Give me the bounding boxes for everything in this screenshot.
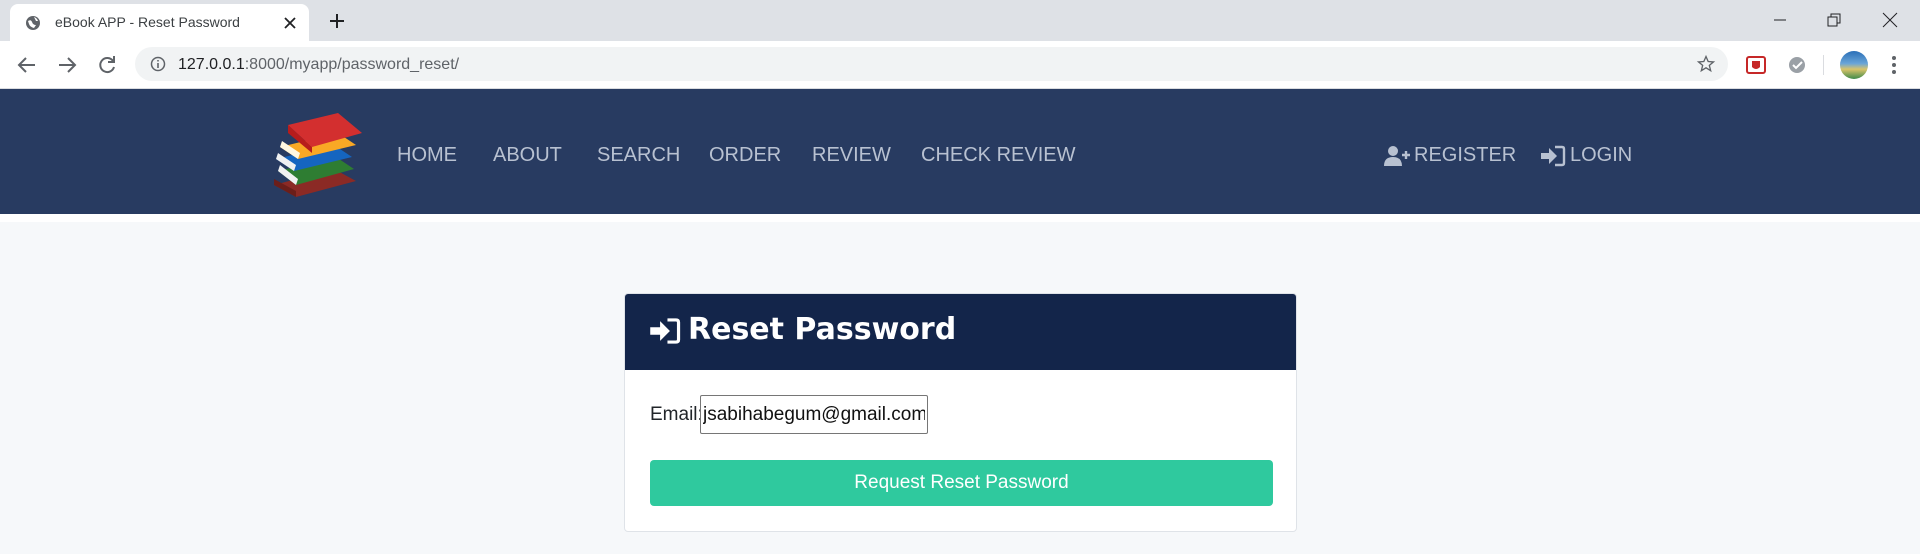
nav-order[interactable]: ORDER: [709, 144, 781, 167]
globe-icon: [26, 16, 40, 30]
nav-home[interactable]: HOME: [397, 144, 457, 167]
reload-icon[interactable]: [95, 53, 119, 77]
email-field[interactable]: [700, 395, 928, 434]
nav-search[interactable]: SEARCH: [597, 144, 680, 167]
star-icon[interactable]: [1696, 54, 1716, 74]
site-navbar: HOME ABOUT SEARCH ORDER REVIEW CHECK REV…: [0, 89, 1920, 222]
card-title: Reset Password: [688, 312, 957, 347]
close-window-button[interactable]: [1862, 0, 1918, 41]
nav-login[interactable]: LOGIN: [1540, 144, 1632, 167]
close-icon[interactable]: [282, 15, 298, 31]
nav-register[interactable]: REGISTER: [1384, 144, 1516, 167]
url-text: 127.0.0.1:8000/myapp/password_reset/: [178, 56, 459, 74]
info-icon[interactable]: [150, 56, 166, 72]
extension-shield-icon[interactable]: [1745, 54, 1767, 76]
kebab-menu-icon[interactable]: [1882, 53, 1906, 77]
back-icon[interactable]: [15, 53, 39, 77]
plus-icon[interactable]: [325, 9, 349, 33]
toolbar-separator: [1823, 55, 1824, 75]
sign-in-icon: [1541, 145, 1566, 166]
address-bar[interactable]: 127.0.0.1:8000/myapp/password_reset/: [135, 47, 1728, 81]
nav-about[interactable]: ABOUT: [493, 144, 562, 167]
url-path: :8000/myapp/password_reset/: [244, 56, 460, 73]
minimize-icon: [1774, 19, 1786, 21]
register-label: REGISTER: [1414, 144, 1517, 166]
nav-review[interactable]: REVIEW: [812, 144, 891, 167]
card-header: Reset Password: [625, 294, 1296, 370]
reset-password-card: Reset Password Email: Request Reset Pass…: [624, 293, 1297, 532]
nav-check-review[interactable]: CHECK REVIEW: [921, 144, 1075, 167]
forward-icon[interactable]: [55, 53, 79, 77]
sign-in-icon: [650, 318, 681, 344]
minimize-button[interactable]: [1752, 0, 1808, 41]
request-reset-button[interactable]: Request Reset Password: [650, 460, 1273, 506]
browser-tab-strip: eBook APP - Reset Password: [0, 0, 1920, 41]
email-label: Email:: [650, 404, 703, 425]
user-plus-icon: [1384, 145, 1410, 166]
close-window-icon: [1882, 12, 1898, 28]
extension-gear-icon[interactable]: [1786, 54, 1808, 76]
browser-tab[interactable]: eBook APP - Reset Password: [10, 4, 309, 41]
restore-button[interactable]: [1806, 0, 1862, 41]
login-label: LOGIN: [1570, 144, 1633, 166]
tab-title: eBook APP - Reset Password: [55, 14, 240, 30]
books-logo[interactable]: [268, 107, 364, 199]
restore-icon: [1827, 13, 1841, 27]
profile-avatar[interactable]: [1840, 51, 1868, 79]
browser-toolbar: 127.0.0.1:8000/myapp/password_reset/: [0, 41, 1920, 89]
url-host: 127.0.0.1: [178, 56, 245, 73]
